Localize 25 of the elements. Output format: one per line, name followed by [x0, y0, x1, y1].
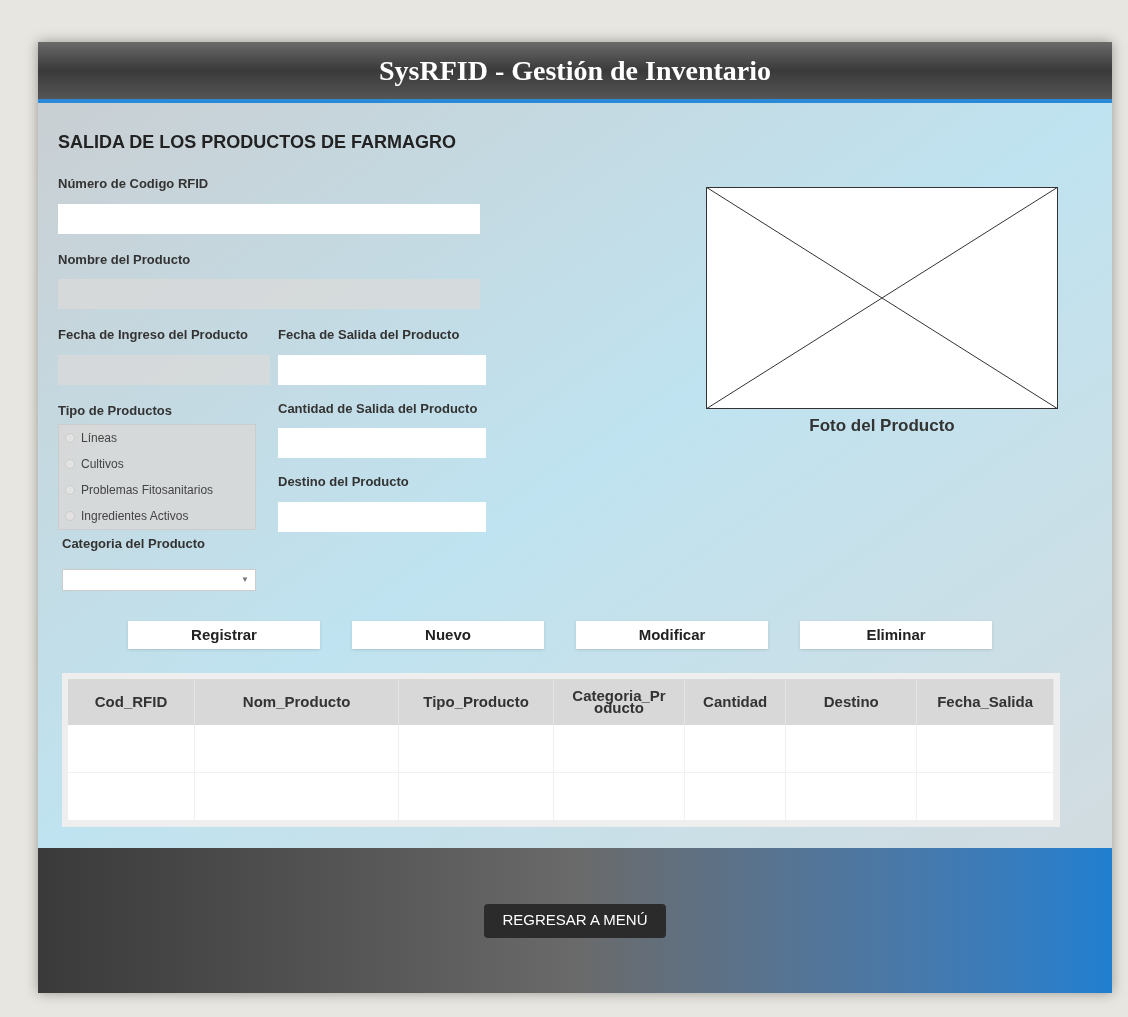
radio-option[interactable]: Problemas Fitosanitarios [65, 481, 249, 499]
input-field[interactable] [58, 203, 480, 234]
field-label: Nombre del Producto [58, 250, 192, 269]
input-field[interactable] [278, 354, 486, 385]
window-title: SysRFID - Gestión de Inventario [379, 53, 771, 88]
field-label: Fecha de Salida del Producto [278, 326, 461, 344]
group-label: Tipo de Productos [58, 401, 173, 420]
back-to-menu-button[interactable]: REGRESAR A MENÚ [484, 903, 666, 938]
action-button[interactable]: Nuevo [352, 621, 544, 649]
field-label: Cantidad de Salida del Producto [278, 399, 479, 418]
input-field[interactable] [278, 501, 486, 532]
photo-caption: Foto del Producto [809, 415, 955, 437]
field-label: Número de Codigo RFID [58, 175, 210, 193]
action-button[interactable]: Eliminar [800, 621, 992, 649]
input-field[interactable] [278, 428, 486, 458]
radio-option[interactable]: Cultivos [65, 455, 249, 473]
radio-option[interactable]: Líneas [65, 429, 249, 447]
radio-option[interactable]: Ingredientes Activos [65, 507, 249, 525]
field-label: Categoria del Producto [62, 534, 207, 553]
field-label: Destino del Producto [278, 473, 410, 491]
form-heading: SALIDA DE LOS PRODUCTOS DE FARMAGRO [58, 131, 458, 154]
category-select[interactable]: ▼ [62, 569, 256, 591]
action-button[interactable]: Registrar [128, 621, 320, 649]
field-label: Fecha de Ingreso del Producto [58, 326, 249, 344]
action-button[interactable]: Modificar [576, 621, 768, 649]
